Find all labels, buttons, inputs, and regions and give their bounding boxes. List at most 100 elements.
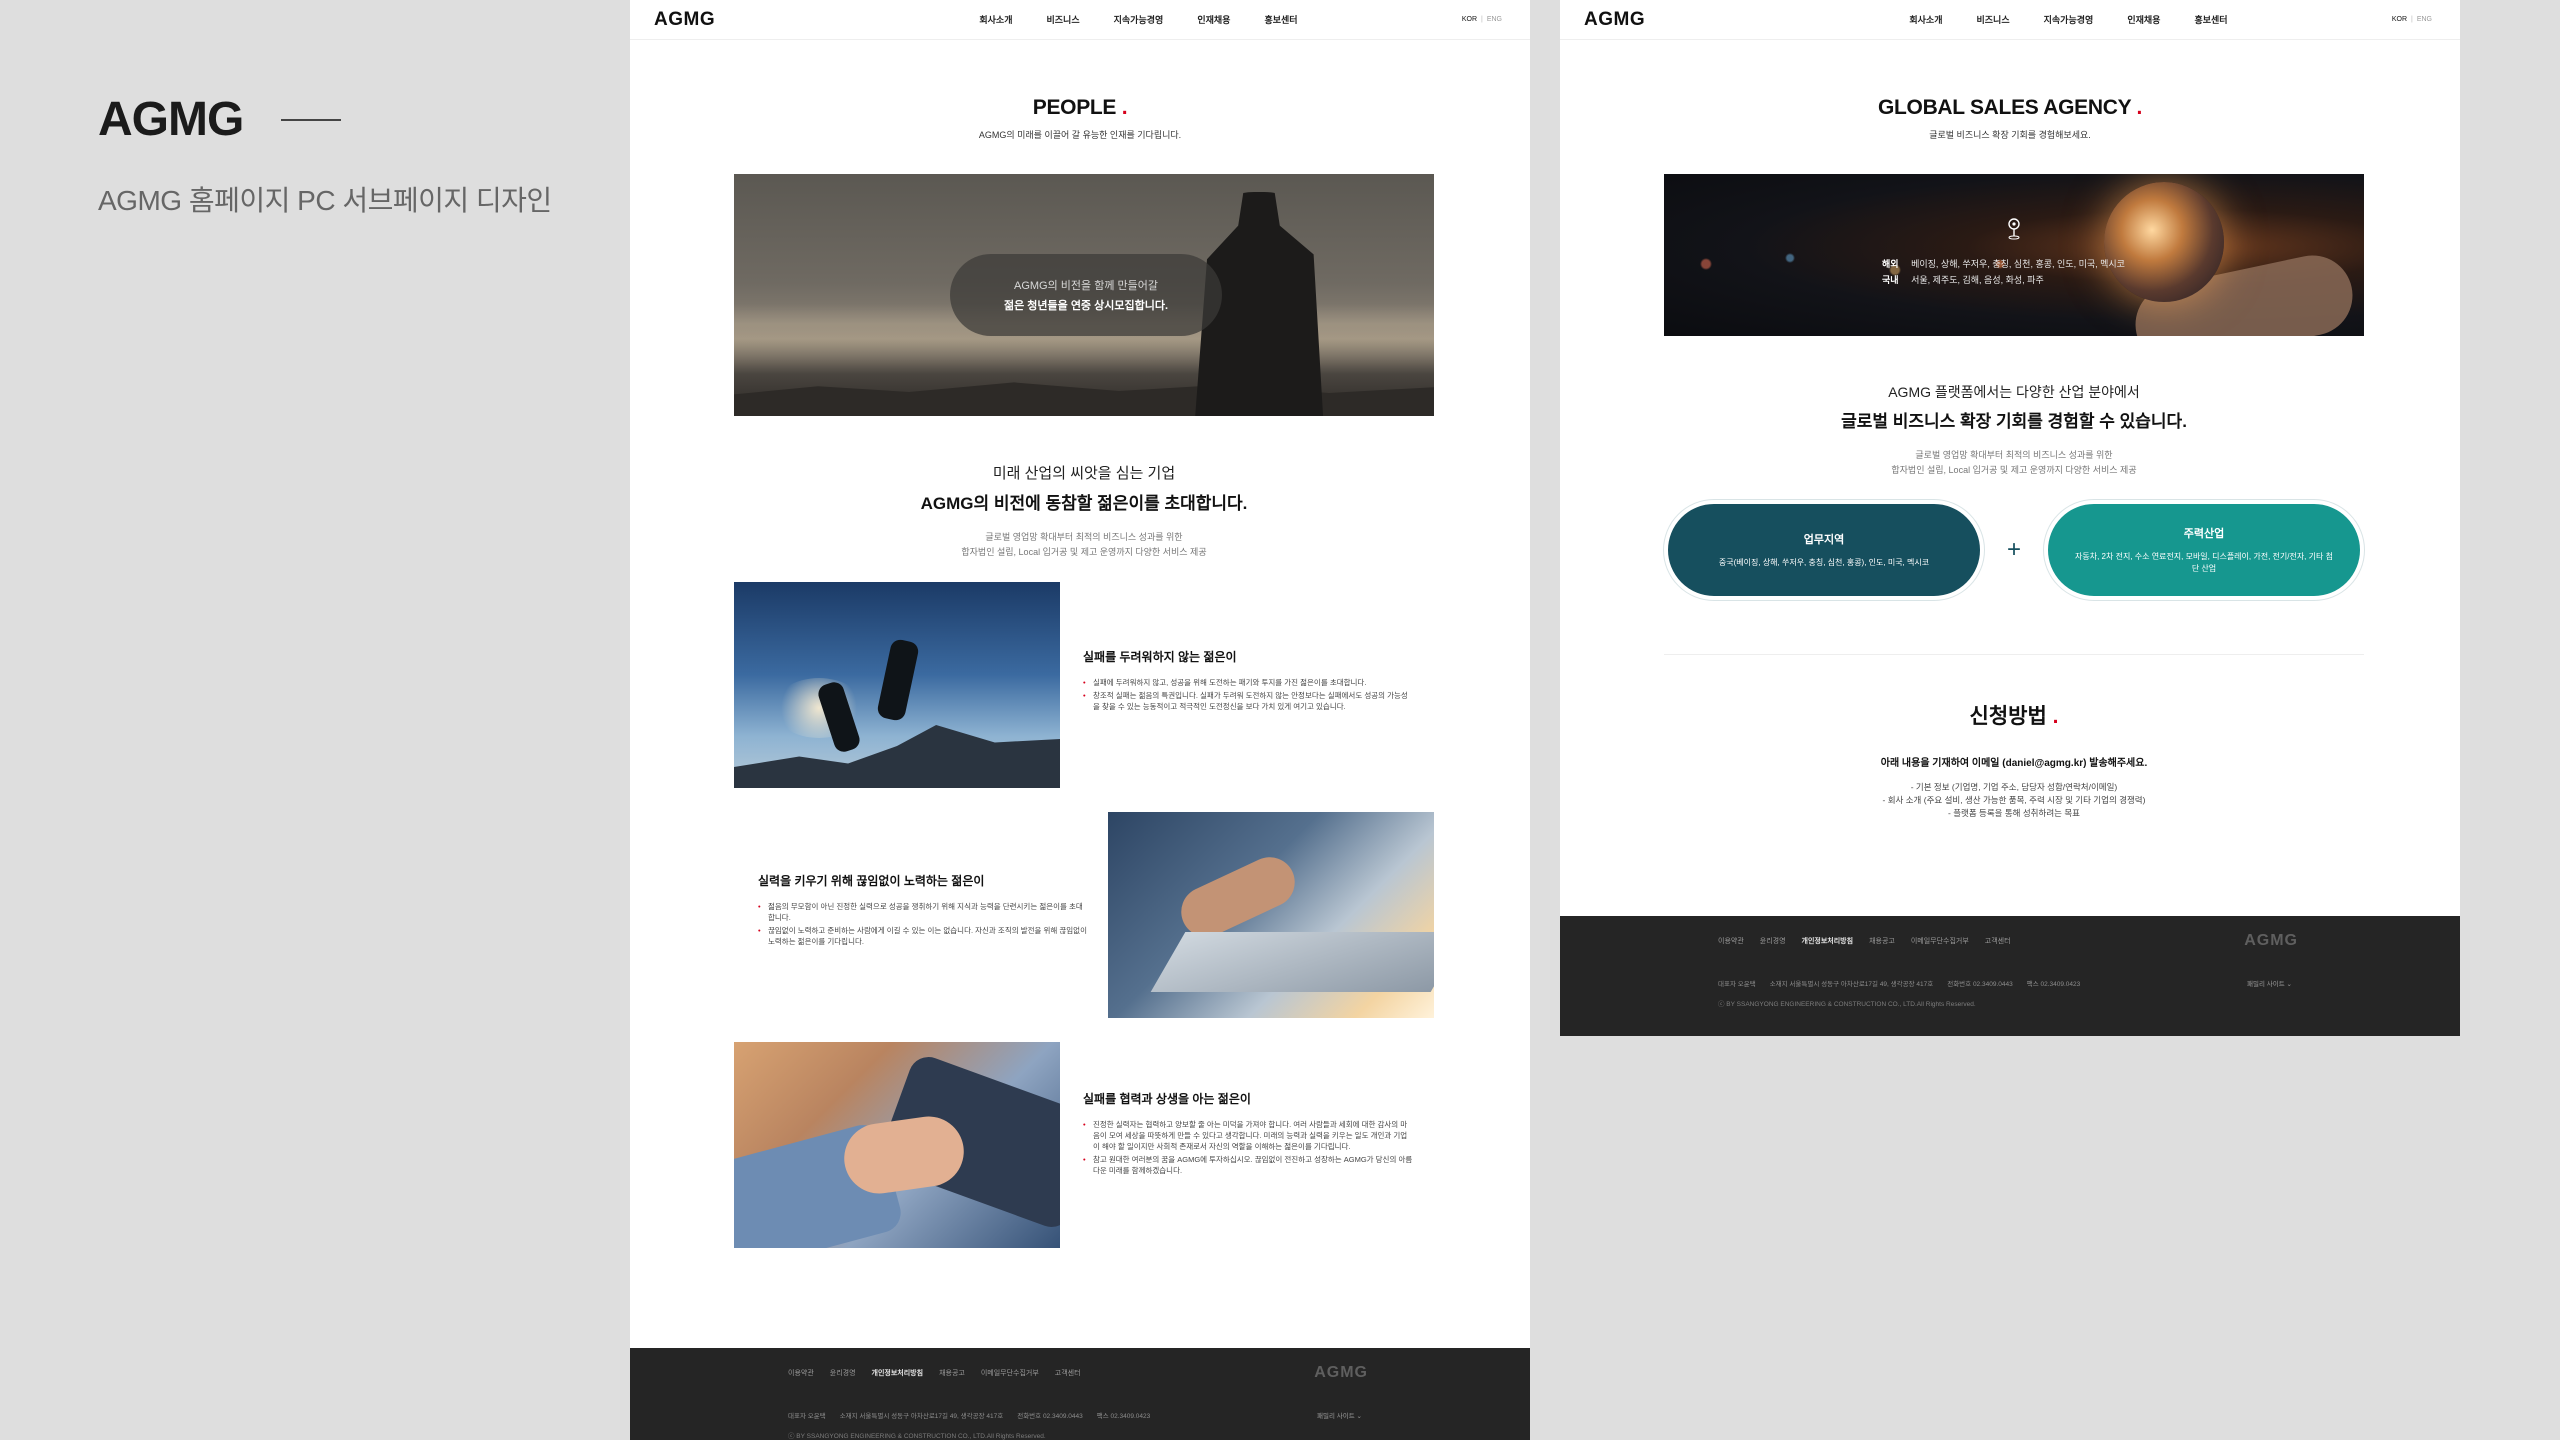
lang-kor[interactable]: KOR	[1462, 16, 1477, 23]
application-item-3: - 플랫폼 등록을 통해 성취하려는 목표	[1948, 808, 2080, 818]
footer-link-terms[interactable]: 이용약관	[1718, 936, 1744, 946]
intro-line1: 미래 산업의 씨앗을 심는 기업	[992, 465, 1176, 482]
intro-desc-line1: 글로벌 영업망 확대부터 최적의 비즈니스 성과를 위한	[1915, 450, 2113, 460]
footer-link-privacy[interactable]: 개인정보처리방침	[1802, 936, 1854, 946]
domestic-row: 국내 서울, 제주도, 김해, 음성, 화성, 파주	[1882, 272, 2125, 288]
section-divider	[1664, 654, 2364, 655]
site-footer: 이용약관 윤리경영 개인정보처리방침 채용공고 이메일무단수집거부 고객센터 A…	[630, 1348, 1530, 1440]
feature-1-bullet-2: 창조적 실패는 젊음의 특권입니다. 실패가 두려워 도전하지 않는 안정보다는…	[1083, 690, 1413, 712]
main-nav: 회사소개 비즈니스 지속가능경영 인재채용 홍보센터	[1909, 13, 2227, 26]
intro-desc: 글로벌 영업망 확대부터 최적의 비즈니스 성과를 위한 합자법인 설립, Lo…	[1664, 448, 2364, 478]
intro-desc-line1: 글로벌 영업망 확대부터 최적의 비즈니스 성과를 위한	[985, 532, 1183, 542]
footer-link-support[interactable]: 고객센터	[1985, 936, 2011, 946]
footer-link-recruit[interactable]: 채용공고	[939, 1368, 965, 1378]
mountain-ridge	[734, 725, 1060, 788]
feature-3-bullet-2: 참고 원대한 여러분의 꿈을 AGMG에 투자하십시오. 끊임없이 전진하고 성…	[1083, 1154, 1413, 1176]
application-title: 신청방법 .	[1664, 700, 2364, 730]
footer-link-support[interactable]: 고객센터	[1055, 1368, 1081, 1378]
presentation-title: AGMG	[98, 93, 244, 146]
nav-item-company[interactable]: 회사소개	[1909, 13, 1942, 26]
feature-title-2: 실력을 키우기 위해 끊임없이 노력하는 젊은이	[758, 874, 985, 888]
footer-address: 소재지 서울특별시 성동구 아차산로17길 49, 생각공장 417호	[1769, 981, 1934, 988]
page-subtitle: AGMG의 미래를 이끌어 갈 유능한 인재를 기다립니다.	[978, 130, 1182, 140]
feature-list-1: 실패에 두려워하지 않고, 성공을 위해 도전하는 패기와 투지를 가진 젊은이…	[1083, 677, 1413, 712]
intro-desc-line2: 합자법인 설립, Local 입거공 및 제고 운영까지 다양한 서비스 제공	[1891, 465, 2137, 475]
footer-link-ethics[interactable]: 윤리경영	[1760, 936, 1786, 946]
feature-2-bullet-1: 젊음의 무모함이 아닌 진정한 실력으로 성공을 쟁취하기 위해 지식과 능력을…	[758, 901, 1088, 923]
industry-card[interactable]: 주력산업 자동차, 2차 전지, 수소 연료전지, 모바일, 디스플레이, 가전…	[2043, 500, 2364, 600]
nav-item-sustainability[interactable]: 지속가능경영	[2044, 13, 2094, 26]
footer-link-privacy[interactable]: 개인정보처리방침	[872, 1368, 924, 1378]
intro-line1: AGMG 플랫폼에서는 다양한 산업 분야에서	[1888, 384, 2140, 400]
title-divider-line	[281, 118, 342, 121]
nav-item-recruit[interactable]: 인재채용	[1197, 13, 1230, 26]
feature-title-3: 실패를 협력과 상생을 아는 젊은이	[1083, 1092, 1251, 1106]
nav-item-pr[interactable]: 홍보센터	[1264, 13, 1297, 26]
page-title-text: GLOBAL SALES AGENCY	[1877, 96, 2131, 119]
business-cta-row: 업무지역 중국(베이징, 상해, 쑤저우, 충칭, 심천, 홍콩), 인도, 미…	[1664, 500, 2364, 600]
site-footer: 이용약관 윤리경영 개인정보처리방침 채용공고 이메일무단수집거부 고객센터 A…	[1560, 916, 2460, 1036]
application-section: 신청방법 . 아래 내용을 기재하여 이메일 (daniel@agmg.kr) …	[1664, 700, 2364, 820]
page-title: GLOBAL SALES AGENCY .	[1560, 96, 2460, 120]
nav-item-company[interactable]: 회사소개	[979, 13, 1012, 26]
people-intro: 미래 산업의 씨앗을 심는 기업 AGMG의 비전에 동참할 젊은이를 초대합니…	[734, 462, 1434, 560]
pointing-hand	[1173, 848, 1303, 946]
footer-link-terms[interactable]: 이용약관	[788, 1368, 814, 1378]
footer-link-ethics[interactable]: 윤리경영	[830, 1368, 856, 1378]
footer-address: 소재지 서울특별시 성동구 아차산로17길 49, 생각공장 417호	[839, 1413, 1004, 1420]
family-site-select[interactable]: 패밀리 사이트 ⌄	[1317, 1410, 1362, 1420]
hero-caption-pill: AGMG의 비전을 함께 만들어갈 젊은 청년들을 연중 상시모집합니다.	[950, 254, 1222, 336]
hills-silhouette	[734, 382, 1434, 416]
climbers-photo	[734, 582, 1060, 788]
page-title-text: PEOPLE	[1032, 96, 1117, 119]
feature-title-1: 실패를 두려워하지 않는 젊은이	[1083, 650, 1237, 664]
footer-links: 이용약관 윤리경영 개인정보처리방침 채용공고 이메일무단수집거부 고객센터	[1718, 936, 2011, 946]
global-hero-banner: 해외 베이징, 상해, 쑤저우, 충칭, 심천, 홍콩, 인도, 미국, 멕시코…	[1664, 174, 2364, 336]
global-sales-page-mockup: AGMG 회사소개 비즈니스 지속가능경영 인재채용 홍보센터 KOR | EN…	[1560, 0, 2460, 1036]
people-hero-banner: AGMG의 비전을 함께 만들어갈 젊은 청년들을 연중 상시모집합니다.	[734, 174, 1434, 416]
nav-item-business[interactable]: 비즈니스	[1047, 13, 1080, 26]
footer-link-recruit[interactable]: 채용공고	[1869, 936, 1895, 946]
overseas-label: 해외	[1882, 259, 1899, 269]
lang-kor[interactable]: KOR	[2392, 16, 2407, 23]
application-item-1: - 기본 정보 (기업명, 기업 주소, 담당자 성함/연락처/이메일)	[1910, 782, 2118, 792]
region-card-desc: 중국(베이징, 상해, 쑤저우, 충칭, 심천, 홍콩), 인도, 미국, 멕시…	[1718, 558, 1930, 567]
intro-desc-line2: 합자법인 설립, Local 입거공 및 제고 운영까지 다양한 서비스 제공	[961, 547, 1207, 557]
region-list: 해외 베이징, 상해, 쑤저우, 충칭, 심천, 홍콩, 인도, 미국, 멕시코…	[1882, 256, 2125, 288]
title-dot: .	[1121, 96, 1128, 119]
presentation-title-row: AGMG	[98, 92, 552, 147]
footer-links: 이용약관 윤리경영 개인정보처리방침 채용공고 이메일무단수집거부 고객센터	[788, 1368, 1081, 1378]
footer-ceo: 대표자 오윤택	[788, 1413, 826, 1420]
site-logo[interactable]: AGMG	[654, 9, 715, 31]
title-dot: .	[2052, 705, 2059, 728]
footer-link-email-policy[interactable]: 이메일무단수집거부	[981, 1368, 1039, 1378]
application-items: - 기본 정보 (기업명, 기업 주소, 담당자 성함/연락처/이메일) - 회…	[1664, 781, 2364, 820]
main-nav: 회사소개 비즈니스 지속가능경영 인재채용 홍보센터	[979, 13, 1297, 26]
global-intro: AGMG 플랫폼에서는 다양한 산업 분야에서 글로벌 비즈니스 확장 기회를 …	[1664, 382, 2364, 478]
presentation-subtitle: AGMG 홈페이지 PC 서브페이지 디자인	[98, 185, 552, 216]
site-header: AGMG 회사소개 비즈니스 지속가능경영 인재채용 홍보센터 KOR | EN…	[1560, 0, 2460, 40]
laptop-shape	[1150, 932, 1434, 992]
plus-icon: +	[2006, 536, 2021, 563]
site-logo[interactable]: AGMG	[1584, 9, 1645, 31]
footer-fax: 팩스 02.3409.0423	[1096, 1413, 1151, 1420]
feature-block-2: 실력을 키우기 위해 끊임없이 노력하는 젊은이 젊음의 무모함이 아닌 진정한…	[758, 872, 1088, 949]
page-heading: GLOBAL SALES AGENCY . 글로벌 비즈니스 확장 기회를 경험…	[1560, 96, 2460, 141]
lang-eng[interactable]: ENG	[2417, 16, 2432, 23]
lang-eng[interactable]: ENG	[1487, 16, 1502, 23]
family-site-label: 패밀리 사이트	[1317, 1413, 1355, 1420]
nav-item-recruit[interactable]: 인재채용	[2127, 13, 2160, 26]
nav-item-business[interactable]: 비즈니스	[1977, 13, 2010, 26]
location-pin-icon	[2008, 218, 2020, 240]
title-dot: .	[2136, 96, 2143, 119]
chevron-down-icon: ⌄	[2286, 981, 2292, 988]
footer-link-email-policy[interactable]: 이메일무단수집거부	[1911, 936, 1969, 946]
lang-separator: |	[1481, 16, 1483, 23]
feature-1-bullet-1: 실패에 두려워하지 않고, 성공을 위해 도전하는 패기와 투지를 가진 젊은이…	[1083, 677, 1413, 688]
region-card[interactable]: 업무지역 중국(베이징, 상해, 쑤저우, 충칭, 심천, 홍콩), 인도, 미…	[1664, 500, 1984, 600]
footer-company-info: 대표자 오윤택 소재지 서울특별시 성동구 아차산로17길 49, 생각공장 4…	[1718, 978, 2080, 988]
nav-item-pr[interactable]: 홍보센터	[2194, 13, 2227, 26]
nav-item-sustainability[interactable]: 지속가능경영	[1114, 13, 1164, 26]
family-site-select[interactable]: 패밀리 사이트 ⌄	[2247, 978, 2292, 988]
intro-line2: 글로벌 비즈니스 확장 기회를 경험할 수 있습니다.	[1841, 412, 2187, 431]
